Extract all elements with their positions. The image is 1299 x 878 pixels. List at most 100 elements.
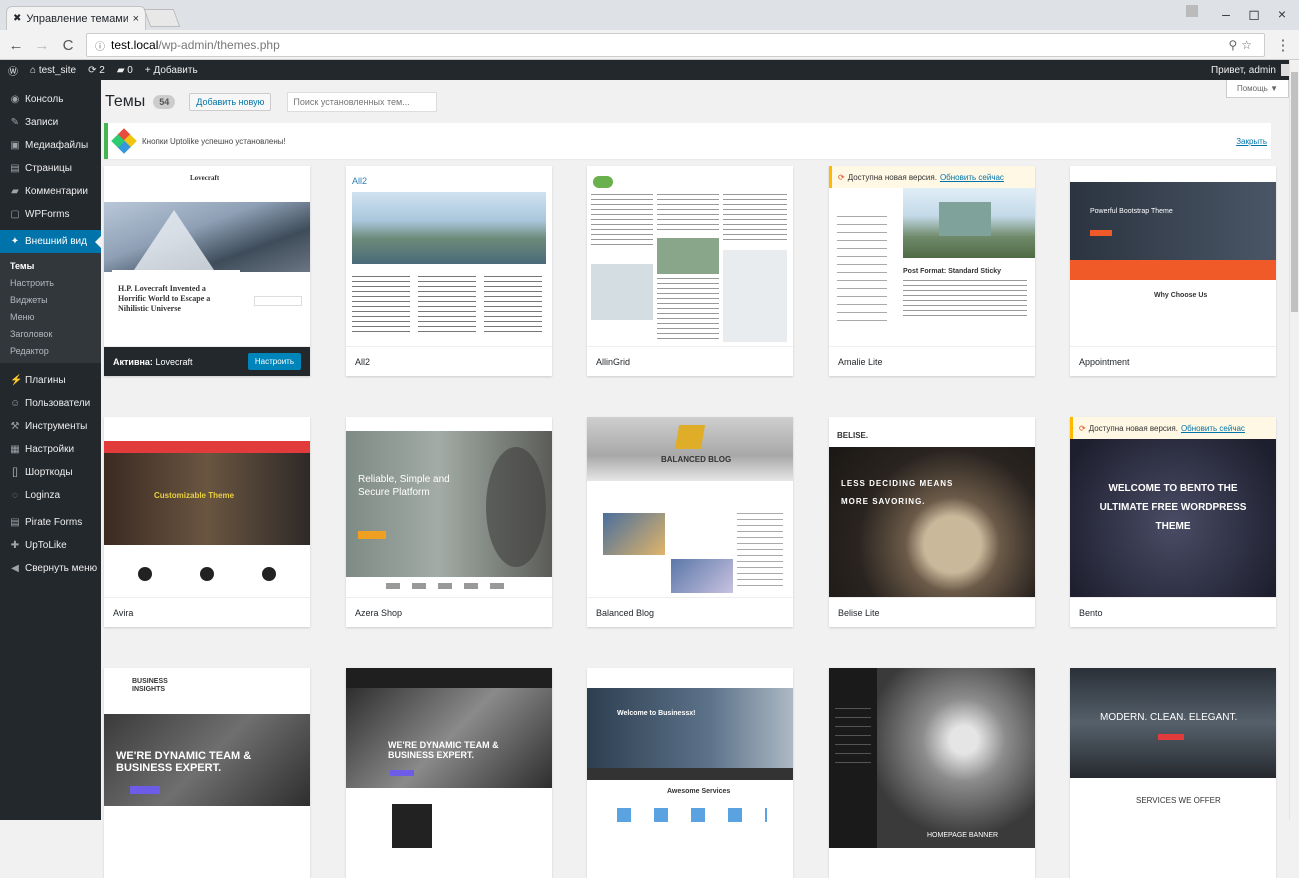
theme-card[interactable]: Post Format: Standard Sticky ⟳ Доступна н… xyxy=(829,166,1035,376)
theme-card[interactable]: WE'RE DYNAMIC TEAM & BUSINESS EXPERT. xyxy=(346,668,552,878)
theme-screenshot[interactable]: Reliable, Simple and Secure Platform xyxy=(346,417,552,597)
theme-screenshot[interactable]: Welcome to Businessx! Awesome Services xyxy=(587,668,793,848)
add-new-link[interactable]: + Добавить xyxy=(145,65,198,76)
theme-screenshot[interactable]: BALANCED BLOG xyxy=(587,417,793,597)
theme-screenshot[interactable]: Customizable Theme xyxy=(104,417,310,597)
theme-card[interactable]: Reliable, Simple and Secure Platform Aze… xyxy=(346,417,552,627)
theme-card[interactable]: Lovecraft H.P. Lovecraft Invented a Horr… xyxy=(104,166,310,376)
submenu-item[interactable]: Заголовок xyxy=(0,325,101,342)
theme-screenshot[interactable] xyxy=(587,166,793,346)
theme-card[interactable]: Powerful Bootstrap Theme Why Choose Us A… xyxy=(1070,166,1276,376)
updates-link[interactable]: ⟳ 2 xyxy=(88,65,105,76)
theme-screenshot[interactable]: BUSINESS INSIGHTS WE'RE DYNAMIC TEAM & BU… xyxy=(104,668,310,848)
theme-screenshot[interactable]: WE'RE DYNAMIC TEAM & BUSINESS EXPERT. xyxy=(346,668,552,848)
sidebar-item-4[interactable]: ▰ Комментарии xyxy=(0,180,101,203)
menu-icon[interactable]: ⋮ xyxy=(1275,36,1291,54)
help-tab-button[interactable]: Помощь ▼ xyxy=(1225,80,1289,98)
submenu-item[interactable]: Меню xyxy=(0,308,101,325)
update-available-notice: ⟳ Доступна новая версия. Обновить сейчас xyxy=(1070,417,1276,439)
profile-icon[interactable] xyxy=(1186,5,1198,17)
sidebar-item-label: Pirate Forms xyxy=(25,517,83,528)
sidebar-item-9[interactable]: ⚒ Инструменты xyxy=(0,415,101,438)
theme-card[interactable]: BUSINESS INSIGHTS WE'RE DYNAMIC TEAM & BU… xyxy=(104,668,310,878)
sidebar-item-11[interactable]: [] Шорткоды xyxy=(0,461,101,484)
zoom-star-icons[interactable]: ⚲☆ xyxy=(1228,38,1256,52)
sidebar-item-15[interactable]: ◀ Свернуть меню xyxy=(0,557,101,580)
customize-button[interactable]: Настроить xyxy=(247,353,301,370)
update-icon: ⟳ xyxy=(1079,423,1086,433)
sidebar-item-10[interactable]: ▦ Настройки xyxy=(0,438,101,461)
reload-icon[interactable]: C xyxy=(60,37,76,54)
submenu-item[interactable]: Настроить xyxy=(0,274,101,291)
plugins-icon: ⚡ xyxy=(10,375,23,386)
theme-screenshot[interactable]: All2 xyxy=(346,166,552,346)
theme-screenshot[interactable]: BELISE. LESS DECIDING MEANS MORE SAVORIN… xyxy=(829,417,1035,597)
theme-name: Balanced Blog xyxy=(587,597,793,627)
admin-bar: Ⓦ ⌂ test_site ⟳ 2 ▰ 0 + Добавить Привет,… xyxy=(0,60,1299,80)
page-title: Темы xyxy=(105,93,146,110)
add-new-theme-button[interactable]: Добавить новую xyxy=(189,93,272,111)
theme-name: AllinGrid xyxy=(587,346,793,376)
theme-card[interactable]: Welcome to Businessx! Awesome Services xyxy=(587,668,793,878)
page-scrollbar[interactable] xyxy=(1289,60,1299,820)
theme-card[interactable]: WELCOME TO BENTO THE ULTIMATE FREE WORDP… xyxy=(1070,417,1276,627)
sidebar-item-0[interactable]: ◉ Консоль xyxy=(0,88,101,111)
theme-screenshot[interactable]: HOMEPAGE BANNER xyxy=(829,668,1035,848)
theme-screenshot[interactable]: Powerful Bootstrap Theme Why Choose Us xyxy=(1070,166,1276,346)
sidebar-item-3[interactable]: ▤ Страницы xyxy=(0,157,101,180)
browser-tab[interactable]: ✖ Управление темами ‹ te × xyxy=(6,6,146,30)
site-link[interactable]: ⌂ test_site xyxy=(30,65,76,76)
submenu-item[interactable]: Виджеты xyxy=(0,291,101,308)
submenu-item[interactable]: Темы xyxy=(0,257,101,274)
sidebar-item-14[interactable]: ✚ UpToLike xyxy=(0,534,101,557)
search-themes-input[interactable] xyxy=(287,92,438,112)
theme-name: Appointment xyxy=(1070,346,1276,376)
window-close-button[interactable]: × xyxy=(1270,6,1294,22)
update-now-link[interactable]: Обновить сейчас xyxy=(1181,424,1245,433)
theme-screenshot[interactable]: Post Format: Standard Sticky xyxy=(829,166,1035,346)
account-menu[interactable]: Привет, admin xyxy=(1211,64,1291,76)
shortcodes-icon: [] xyxy=(12,467,18,478)
notice-close-link[interactable]: Закрыть xyxy=(1236,137,1267,146)
theme-screenshot[interactable]: Lovecraft H.P. Lovecraft Invented a Horr… xyxy=(104,166,310,346)
theme-card[interactable]: BELISE. LESS DECIDING MEANS MORE SAVORIN… xyxy=(829,417,1035,627)
theme-card[interactable]: Customizable Theme Avira xyxy=(104,417,310,627)
sidebar-item-13[interactable]: ▤ Pirate Forms xyxy=(0,511,101,534)
forward-icon[interactable]: → xyxy=(34,37,50,54)
sidebar-item-6[interactable]: ✦ Внешний вид xyxy=(0,230,101,253)
theme-card[interactable]: BALANCED BLOG Balanced Blog xyxy=(587,417,793,627)
theme-name: All2 xyxy=(346,346,552,376)
sidebar-item-label: Записи xyxy=(25,117,59,128)
media-icon: ▣ xyxy=(10,140,20,151)
url-host: test.local xyxy=(111,38,159,52)
sidebar-item-2[interactable]: ▣ Медиафайлы xyxy=(0,134,101,157)
theme-screenshot[interactable]: WELCOME TO BENTO THE ULTIMATE FREE WORDP… xyxy=(1070,417,1276,597)
maximize-button[interactable]: ◻ xyxy=(1242,6,1266,23)
wordpress-logo-icon[interactable]: Ⓦ xyxy=(8,63,18,78)
sidebar-item-12[interactable]: ◌ Loginza xyxy=(0,484,101,507)
url-input[interactable]: ⓘ test.local/wp-admin/themes.php ⚲☆ xyxy=(86,33,1265,57)
sidebar-item-1[interactable]: ✎ Записи xyxy=(0,111,101,134)
theme-card[interactable]: HOMEPAGE BANNER xyxy=(829,668,1035,878)
theme-card[interactable]: AllinGrid xyxy=(587,166,793,376)
back-icon[interactable]: ← xyxy=(8,37,24,54)
sidebar-item-7[interactable]: ⚡ Плагины xyxy=(0,369,101,392)
tab-close-icon[interactable]: × xyxy=(133,13,139,25)
scrollbar-thumb[interactable] xyxy=(1291,72,1298,312)
submenu-item[interactable]: Редактор xyxy=(0,342,101,359)
pages-icon: ▤ xyxy=(10,163,20,174)
sidebar-item-8[interactable]: ☺ Пользователи xyxy=(0,392,101,415)
theme-screenshot[interactable]: MODERN. CLEAN. ELEGANT. SERVICES WE OFFE… xyxy=(1070,668,1276,848)
theme-name: Azera Shop xyxy=(346,597,552,627)
collapse-icon: ◀ xyxy=(11,563,19,574)
new-tab-button[interactable] xyxy=(143,9,181,27)
theme-card[interactable]: MODERN. CLEAN. ELEGANT. SERVICES WE OFFE… xyxy=(1070,668,1276,878)
success-notice: Кнопки Uptolike успешно установлены! Зак… xyxy=(104,123,1271,159)
info-icon[interactable]: ⓘ xyxy=(95,38,105,53)
comments-link[interactable]: ▰ 0 xyxy=(117,65,133,76)
sidebar-item-5[interactable]: ▢ WPForms xyxy=(0,203,101,226)
minimize-button[interactable]: – xyxy=(1214,6,1238,22)
appearance-icon: ✦ xyxy=(10,236,20,247)
theme-card[interactable]: All2 All2 xyxy=(346,166,552,376)
update-now-link[interactable]: Обновить сейчас xyxy=(940,173,1004,182)
